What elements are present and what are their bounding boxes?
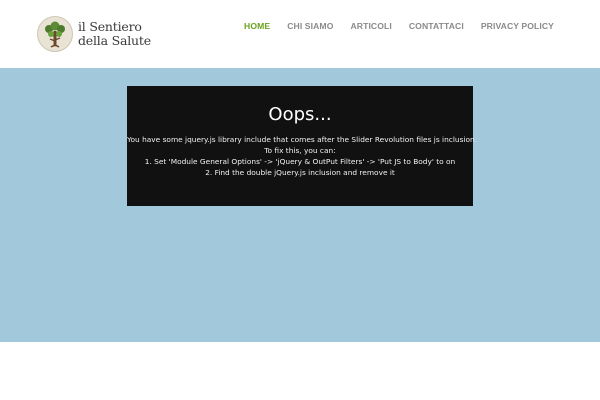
error-line-4: 2. Find the double jQuery.js inclusion a… <box>205 168 395 177</box>
site-header: il Sentiero della Salute HOME CHI SIAMO … <box>0 0 600 68</box>
site-logo[interactable]: il Sentiero della Salute <box>37 15 151 53</box>
error-line-2: To fix this, you can: <box>264 146 336 155</box>
nav-item-privacy-policy[interactable]: PRIVACY POLICY <box>481 21 554 31</box>
error-title: Oops... <box>268 104 332 125</box>
error-line-3: 1. Set 'Module General Options' -> 'jQue… <box>144 157 456 166</box>
slider-error-box: Oops... You have some jquery.js library … <box>127 86 478 206</box>
error-line-1: You have some jquery.js library include … <box>127 135 478 144</box>
error-message: You have some jquery.js library include … <box>127 134 478 178</box>
logo-line-2: della Salute <box>78 33 151 48</box>
logo-line-1: il Sentiero <box>78 19 142 34</box>
logo-wordmark: il Sentiero della Salute <box>78 20 151 48</box>
nav-item-chi-siamo[interactable]: CHI SIAMO <box>287 21 333 31</box>
nav-item-articoli[interactable]: ARTICOLI <box>350 21 391 31</box>
nav-item-home[interactable]: HOME <box>244 21 270 31</box>
nav-item-contattaci[interactable]: CONTATTACI <box>409 21 464 31</box>
main-nav: HOME CHI SIAMO ARTICOLI CONTATTACI PRIVA… <box>227 21 554 31</box>
tree-icon <box>37 16 73 52</box>
